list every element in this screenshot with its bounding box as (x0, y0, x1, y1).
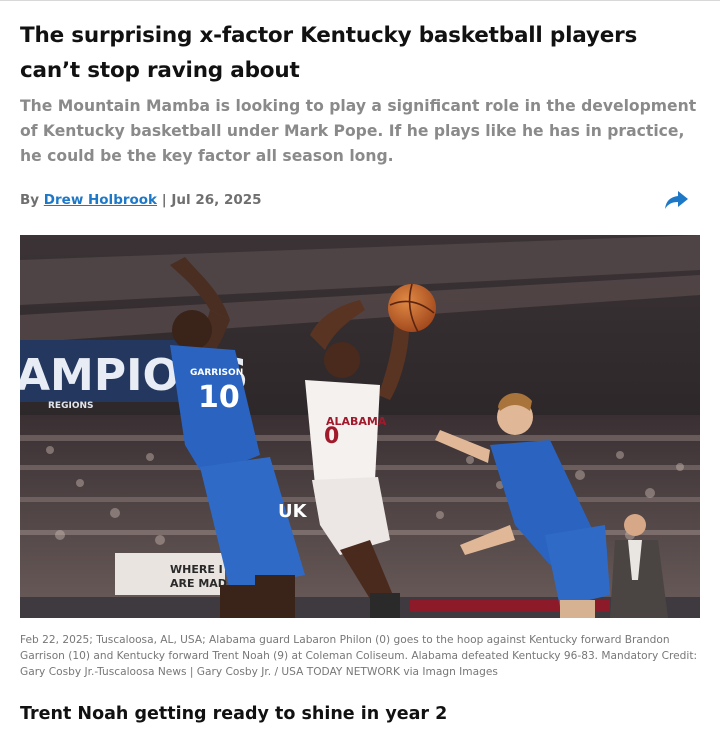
top-divider (0, 0, 720, 1)
article-headline: The surprising x-factor Kentucky basketb… (20, 23, 638, 83)
basketball (388, 284, 436, 332)
byline-separator: | (157, 192, 172, 208)
share-button[interactable] (662, 186, 690, 214)
svg-text:ARE MAD: ARE MAD (170, 577, 227, 590)
author-link[interactable]: Drew Holbrook (44, 192, 157, 208)
jersey-name-garrison: GARRISON (190, 368, 243, 378)
basketball-photo: AMPIONS REGIONS WHERE I ARE MAD 10 GARRI… (20, 235, 700, 618)
byline-prefix: By (20, 192, 44, 208)
courtside-sign: WHERE I (170, 563, 223, 576)
jersey-number-0: 0 (324, 424, 339, 449)
share-arrow-icon (665, 191, 688, 209)
byline: By Drew Holbrook | Jul 26, 2025 (20, 192, 262, 208)
article-dek: The Mountain Mamba is looking to play a … (20, 97, 697, 165)
sponsor-text: REGIONS (48, 401, 93, 411)
photo-caption: Feb 22, 2025; Tuscaloosa, AL, USA; Alaba… (20, 634, 698, 678)
jersey-number-10: 10 (198, 380, 240, 415)
uk-logo: UK (278, 501, 308, 522)
article-photo: AMPIONS REGIONS WHERE I ARE MAD 10 GARRI… (20, 235, 700, 618)
section-subhead: Trent Noah getting ready to shine in yea… (20, 704, 448, 724)
publish-date: Jul 26, 2025 (171, 192, 262, 208)
